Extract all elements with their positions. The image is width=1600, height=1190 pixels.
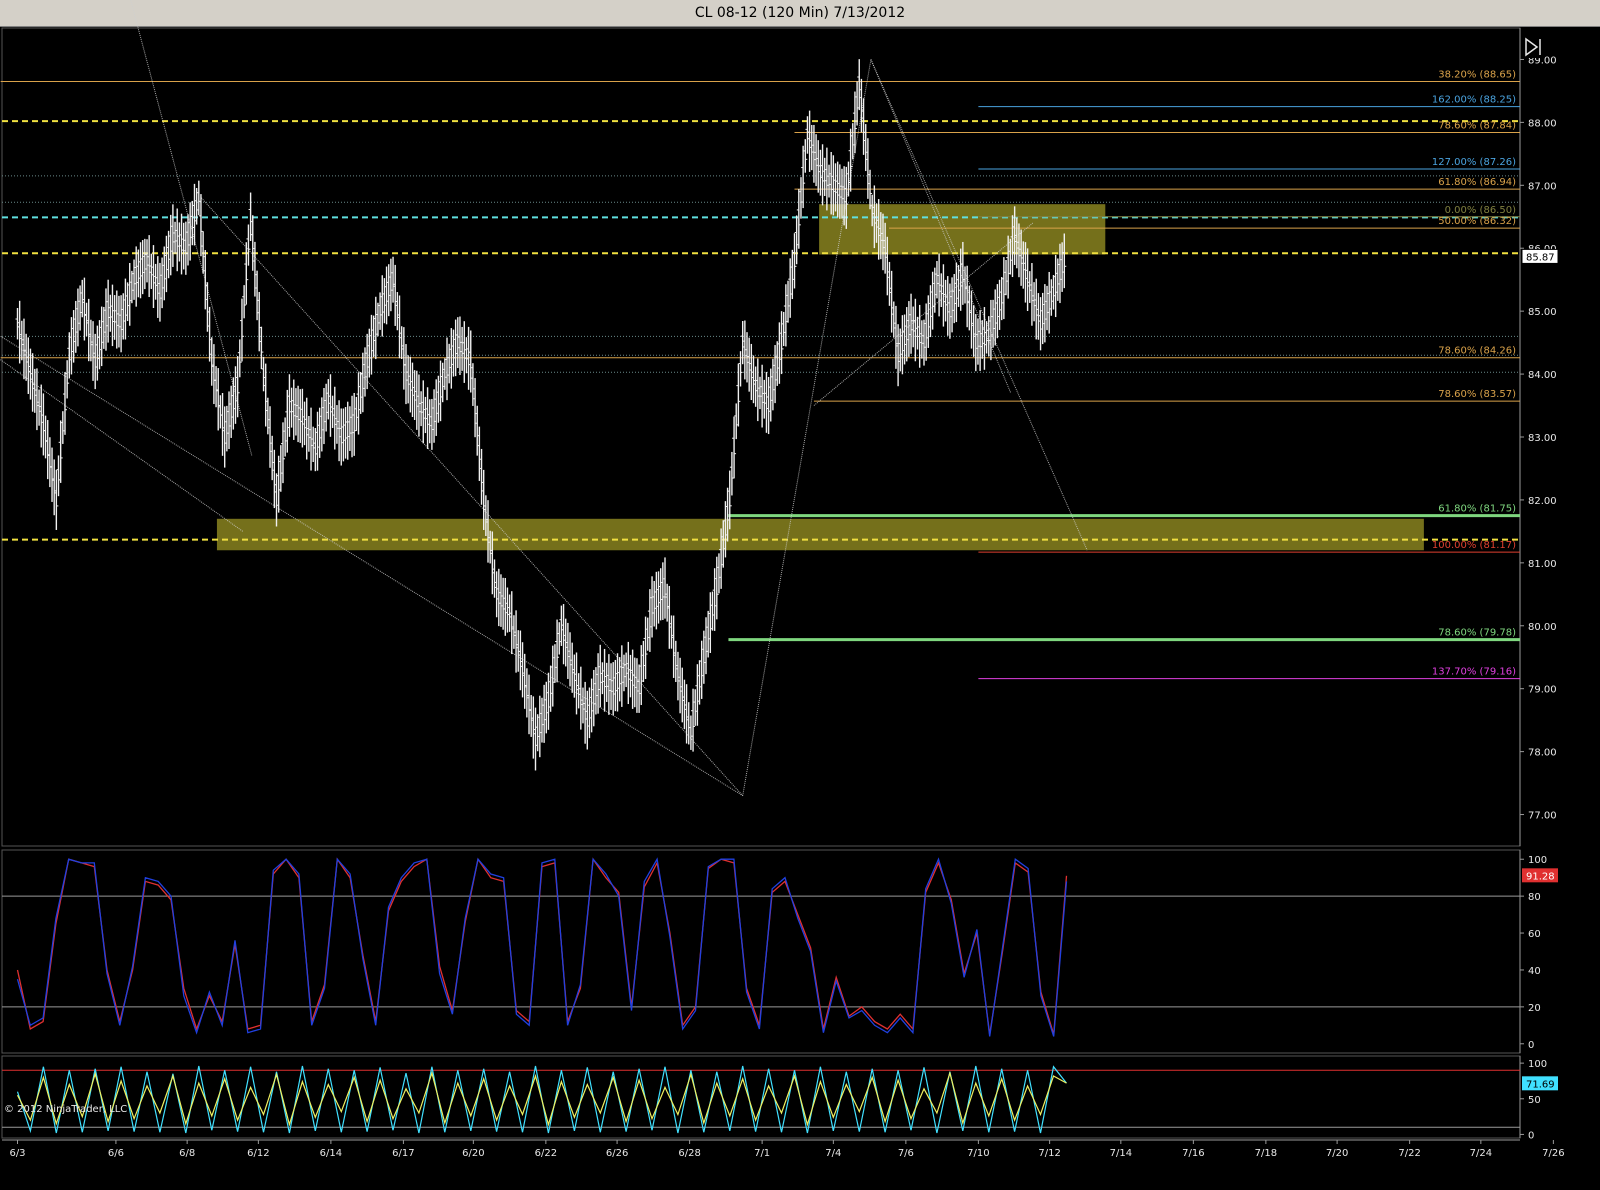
indicator-value-label: 71.69 (1526, 1079, 1555, 1090)
y-tick-label: 82.00 (1528, 496, 1557, 507)
fib-label: 137.70% (79.16) (1432, 667, 1516, 678)
x-tick-label: 7/4 (825, 1148, 841, 1159)
y-tick-label: 100 (1528, 1059, 1547, 1070)
fib-label: 38.20% (88.65) (1438, 69, 1516, 80)
fib-label: 78.60% (79.78) (1438, 628, 1516, 639)
x-tick-label: 7/1 (754, 1148, 770, 1159)
indicator-series (16, 857, 1068, 1037)
y-tick-label: 87.00 (1528, 181, 1557, 192)
y-tick-label: 80.00 (1528, 622, 1557, 633)
fib-label: 50.00% (86.32) (1438, 216, 1516, 227)
swing-line (201, 197, 744, 796)
x-tick-label: 6/28 (678, 1148, 700, 1159)
x-tick-label: 6/17 (392, 1148, 414, 1159)
x-tick-label: 6/6 (108, 1148, 124, 1159)
fib-label: 61.80% (86.94) (1438, 177, 1516, 188)
x-tick-label: 7/12 (1038, 1148, 1060, 1159)
swing-line (742, 59, 872, 796)
chart-canvas[interactable]: 89.0088.0087.0086.0085.0084.0083.0082.00… (0, 0, 1600, 1190)
x-tick-label: 7/16 (1182, 1148, 1204, 1159)
x-tick-label: 7/6 (898, 1148, 914, 1159)
x-tick-label: 6/20 (462, 1148, 484, 1159)
support-zone (216, 518, 1424, 551)
y-tick-label: 50 (1528, 1095, 1541, 1106)
y-tick-label: 81.00 (1528, 559, 1557, 570)
copyright-text: © 2012 NinjaTrader, LLC (4, 1104, 128, 1115)
fib-label: 127.00% (87.26) (1432, 157, 1516, 168)
fib-label: 78.60% (84.26) (1438, 346, 1516, 357)
y-tick-label: 0 (1528, 1040, 1534, 1051)
y-tick-label: 78.00 (1528, 748, 1557, 759)
x-tick-label: 6/8 (179, 1148, 195, 1159)
x-tick-label: 6/26 (606, 1148, 628, 1159)
y-tick-label: 100 (1528, 855, 1547, 866)
last-price-label: 85.87 (1526, 252, 1555, 263)
x-tick-label: 7/10 (967, 1148, 989, 1159)
y-tick-label: 0 (1528, 1130, 1534, 1141)
fib-label: 61.80% (81.75) (1438, 504, 1516, 515)
y-tick-label: 83.00 (1528, 433, 1557, 444)
fib-label: 100.00% (81.17) (1432, 540, 1516, 551)
y-tick-label: 88.00 (1528, 118, 1557, 129)
y-tick-label: 84.00 (1528, 370, 1557, 381)
y-tick-label: 77.00 (1528, 811, 1557, 822)
y-tick-label: 60 (1528, 929, 1541, 940)
x-tick-label: 7/18 (1255, 1148, 1277, 1159)
x-tick-label: 7/20 (1326, 1148, 1348, 1159)
x-tick-label: 7/22 (1398, 1148, 1420, 1159)
y-tick-label: 20 (1528, 1003, 1541, 1014)
chart-window: CL 08-12 (120 Min) 7/13/2012 89.00 88.00 8… (0, 0, 1600, 1190)
swing-line (0, 335, 743, 797)
fib-label: 78.60% (87.84) (1438, 120, 1516, 131)
x-tick-label: 7/26 (1542, 1148, 1564, 1159)
x-tick-label: 6/3 (9, 1148, 25, 1159)
x-tick-label: 6/12 (247, 1148, 269, 1159)
x-tick-label: 6/14 (320, 1148, 342, 1159)
swing-line (870, 59, 1088, 551)
fib-label: 162.00% (88.25) (1432, 95, 1516, 106)
x-tick-label: 6/22 (535, 1148, 557, 1159)
y-tick-label: 80 (1528, 892, 1541, 903)
indicator-value-label: 91.28 (1526, 871, 1555, 882)
x-tick-label: 7/14 (1110, 1148, 1132, 1159)
pane-frame (1, 1055, 1521, 1139)
skip-to-end-icon[interactable] (1520, 34, 1546, 60)
y-tick-label: 40 (1528, 966, 1541, 977)
indicator-series (16, 857, 1068, 1035)
fib-label: 0.00% (86.50) (1445, 205, 1516, 216)
y-tick-label: 85.00 (1528, 307, 1557, 318)
pane-frame (1, 849, 1521, 1054)
x-tick-label: 7/24 (1470, 1148, 1492, 1159)
y-tick-label: 79.00 (1528, 685, 1557, 696)
fib-label: 78.60% (83.57) (1438, 389, 1516, 400)
